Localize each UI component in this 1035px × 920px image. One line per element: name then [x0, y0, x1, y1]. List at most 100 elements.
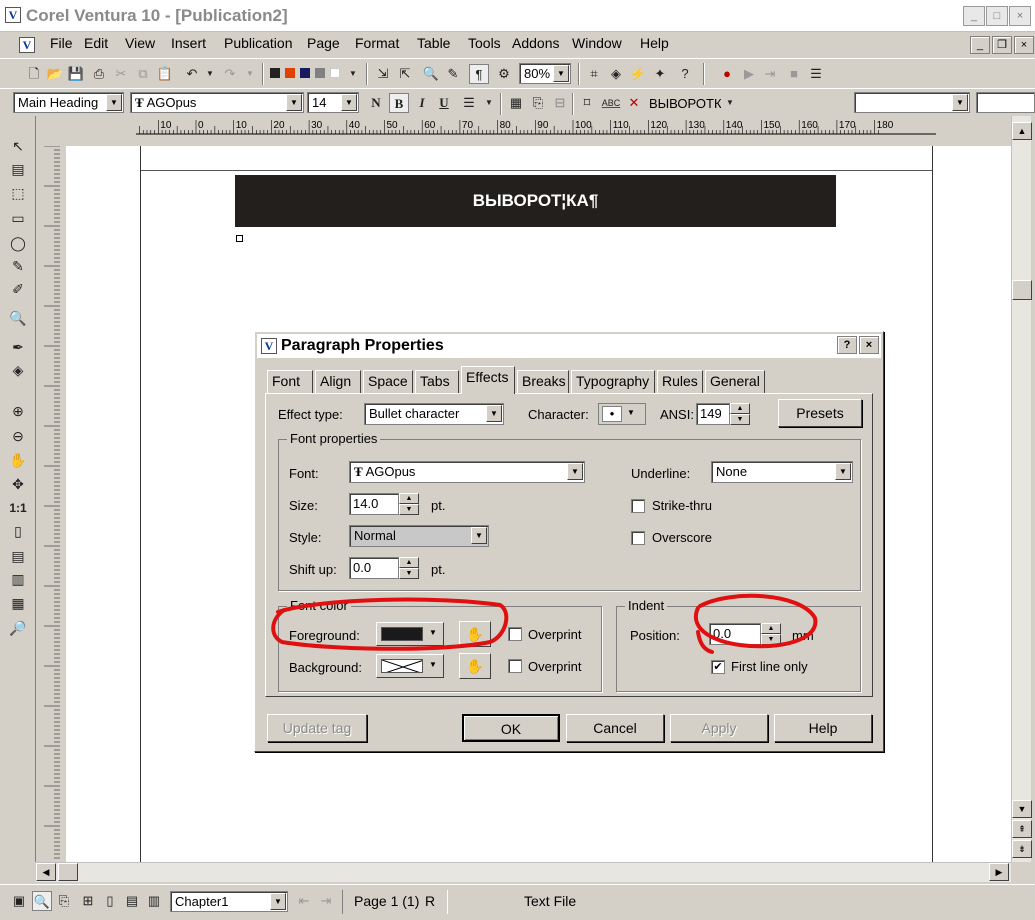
frame-handle[interactable]	[236, 235, 243, 242]
first-line-only-checkbox[interactable]: ✔	[711, 660, 725, 674]
chevron-down-icon[interactable]: ▼	[106, 94, 122, 111]
tab-font[interactable]: Font	[267, 370, 313, 393]
eyedropper-foreground-icon[interactable]: ✋	[459, 621, 491, 647]
heading-text[interactable]: ВЫВОРОТ¦КА¶	[473, 191, 599, 210]
position-field[interactable]: 0.0	[709, 623, 761, 645]
undo-icon[interactable]: ↶	[182, 64, 202, 84]
document-icon[interactable]: V	[19, 37, 35, 53]
select-tool-icon[interactable]: ⬚	[8, 183, 28, 203]
find-icon[interactable]: 🔍	[421, 64, 441, 84]
shape-tool-icon[interactable]: ✐	[8, 279, 28, 299]
menu-format[interactable]: Format	[353, 35, 401, 51]
chevron-down-icon[interactable]: ▼	[429, 660, 437, 669]
copy-editor-view-icon[interactable]: ⎘	[54, 891, 74, 911]
copy-format-icon[interactable]: ⎘	[528, 93, 548, 113]
spin-up-icon[interactable]: ▲	[761, 623, 781, 634]
draft-view-icon[interactable]: 🔍	[32, 891, 52, 911]
tab-space[interactable]: Space	[363, 370, 413, 393]
chevron-down-icon[interactable]: ▼	[286, 94, 302, 111]
menu-publication[interactable]: Publication	[222, 35, 295, 51]
vertical-scrollbar[interactable]: ▲ ▼ ⇞ ⇟	[1011, 116, 1032, 862]
hscroll-thumb[interactable]	[58, 863, 78, 881]
spin-up-icon[interactable]: ▲	[399, 557, 419, 568]
redo-dropdown-icon[interactable]: ▼	[240, 64, 260, 84]
text-tool-icon[interactable]: ▤	[8, 159, 28, 179]
update-tag-button[interactable]: Update tag	[267, 714, 367, 742]
menu-edit[interactable]: Edit	[82, 35, 110, 51]
presets-button[interactable]: Presets	[778, 399, 862, 427]
chapter-combo[interactable]: Chapter1 ▼	[170, 891, 288, 912]
effect-type-select[interactable]: Bullet character ▼	[364, 403, 504, 425]
spin-up-icon[interactable]: ▲	[730, 403, 750, 414]
hand-icon[interactable]: ✋	[8, 450, 28, 470]
shift-up-field[interactable]: 0.0	[349, 557, 399, 579]
italic-button[interactable]: I	[412, 93, 432, 113]
pick-tool-icon[interactable]: ↖	[8, 136, 28, 156]
color-white-swatch[interactable]	[330, 68, 340, 78]
copy-icon[interactable]: ⧉	[133, 64, 153, 84]
heading-frame[interactable]: ВЫВОРОТ¦КА¶	[235, 175, 836, 227]
stop-icon[interactable]: ■	[784, 64, 804, 84]
page-icon[interactable]: ▯	[8, 521, 28, 541]
rectangle-tool-icon[interactable]: ▭	[8, 208, 28, 228]
settings-icon[interactable]: ⚙	[494, 64, 514, 84]
underline-select[interactable]: None ▼	[711, 461, 853, 483]
color-gray-swatch[interactable]	[315, 68, 325, 78]
preview-dropdown-icon[interactable]: ▼	[720, 93, 740, 113]
normal-button[interactable]: N	[366, 93, 386, 113]
font-size-combo[interactable]: 14 ▼	[307, 92, 359, 113]
strike-thru-checkbox[interactable]	[631, 499, 645, 513]
thumbnail-icon[interactable]: ⊞	[78, 891, 98, 911]
spin-down-icon[interactable]: ▼	[399, 568, 419, 579]
close-button[interactable]: ×	[1009, 6, 1031, 26]
table-grid-icon[interactable]: ▦	[506, 93, 526, 113]
paste-icon[interactable]: 📋	[155, 64, 175, 84]
color-dropdown-icon[interactable]: ▼	[343, 64, 363, 84]
ansi-field[interactable]: 149	[696, 403, 730, 425]
lines-icon[interactable]: ⚡	[628, 64, 648, 84]
align-dropdown-icon[interactable]: ▼	[479, 93, 499, 113]
tab-tabs[interactable]: Tabs	[415, 370, 459, 393]
layout-view-icon[interactable]: ▣	[9, 891, 29, 911]
fill-tool-icon[interactable]: ◈	[8, 360, 28, 380]
dialog-help-button[interactable]: ?	[837, 336, 857, 354]
sparkle-icon[interactable]: ✦	[650, 64, 670, 84]
overscore-checkbox[interactable]	[631, 531, 645, 545]
mdi-close-button[interactable]: ×	[1014, 36, 1034, 54]
3d-icon[interactable]: ◈	[606, 64, 626, 84]
dialog-close-button[interactable]: ×	[859, 336, 879, 354]
page-view-icon[interactable]: ▤	[8, 546, 28, 566]
chevron-down-icon[interactable]: ▼	[835, 463, 851, 480]
chevron-down-icon[interactable]: ▼	[270, 893, 286, 910]
menu-view[interactable]: View	[123, 35, 157, 51]
spin-down-icon[interactable]: ▼	[730, 414, 750, 425]
menu-page[interactable]: Page	[305, 35, 342, 51]
open-icon[interactable]: 📂	[45, 64, 65, 84]
menu-help[interactable]: Help	[638, 35, 671, 51]
overprint-background-checkbox[interactable]	[508, 659, 522, 673]
tab-align[interactable]: Align	[315, 370, 361, 393]
chevron-down-icon[interactable]: ▼	[341, 94, 357, 111]
freehand-tool-icon[interactable]: ✎	[8, 256, 28, 276]
spin-down-icon[interactable]: ▼	[399, 504, 419, 515]
bookmark-icon[interactable]: ⌑	[577, 93, 597, 113]
menu-table[interactable]: Table	[415, 35, 452, 51]
dialog-title-bar[interactable]: V Paragraph Properties ? ×	[257, 334, 881, 358]
actual-size-icon[interactable]: 1:1	[8, 498, 28, 518]
foreground-color-button[interactable]: ▼	[376, 622, 444, 646]
style-select[interactable]: Normal ▼	[349, 525, 489, 547]
position-spinner[interactable]: ▲ ▼	[761, 623, 781, 645]
zoom-in-icon[interactable]: ⊕	[8, 401, 28, 421]
extra-field[interactable]	[976, 92, 1035, 113]
mdi-restore-button[interactable]: ❐	[992, 36, 1012, 54]
page-list-icon[interactable]: ▤	[122, 891, 142, 911]
facing-pages-icon[interactable]: ▥	[8, 569, 28, 589]
bold-button[interactable]: B	[389, 93, 409, 113]
script-icon[interactable]: ☰	[806, 64, 826, 84]
left-ruler[interactable]	[36, 145, 66, 862]
shift-up-spinner[interactable]: ▲ ▼	[399, 557, 419, 579]
frame-icon[interactable]: ⌗	[584, 64, 604, 84]
scroll-thumb[interactable]	[1012, 280, 1032, 300]
menu-insert[interactable]: Insert	[169, 35, 208, 51]
chevron-down-icon[interactable]: ▼	[567, 463, 583, 480]
